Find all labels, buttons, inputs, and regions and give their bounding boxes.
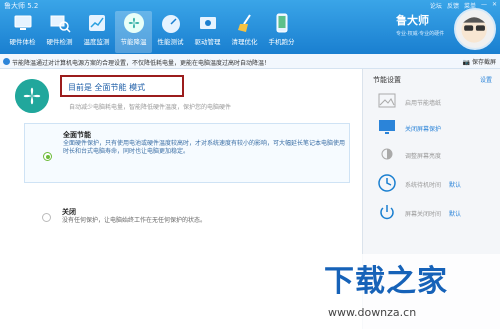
setting-wallpaper[interactable]: 启用节能墙纸 <box>375 91 495 111</box>
forum-link[interactable]: 论坛 <box>430 1 442 10</box>
setting-label: 关闭屏幕保护 <box>405 126 442 133</box>
close-button[interactable]: ✕ <box>492 1 497 10</box>
app-title: 鲁大师 5.2 <box>4 2 39 10</box>
watermark-url: www.downza.cn <box>328 306 417 319</box>
brand-name: 鲁大师 <box>396 14 429 27</box>
main-panel: 目前是 全面节能 模式 自动减少电脑耗电量，智能降低硬件温度，保护您的电脑硬件 … <box>0 69 362 329</box>
nav-label: 手机跑分 <box>268 38 295 46</box>
setting-standby[interactable]: 系统待机时间 默认 <box>375 173 495 193</box>
notice-bar: 节能降温通过对计算机电源方案的合理设置，不仅降低耗电量，更能在电脑温度过高时自动… <box>0 54 500 69</box>
nav-label: 节能降温 <box>120 38 147 46</box>
save-screenshot-label: 保存截屏 <box>471 59 496 66</box>
nav-performance[interactable]: 性能测试 <box>152 11 189 53</box>
radio-off[interactable] <box>42 213 51 222</box>
current-mode-desc: 自动减少电脑耗电量，智能降低硬件温度，保护您的电脑硬件 <box>69 104 232 111</box>
phone-icon <box>276 13 287 33</box>
brightness-icon <box>381 148 393 160</box>
setting-label: 屏幕关闭时间 <box>405 211 442 218</box>
nav-hardware-check[interactable]: 硬件体检 <box>4 11 41 53</box>
current-mode-box: 目前是 全面节能 模式 <box>60 75 184 97</box>
monitor-icon <box>379 120 395 134</box>
setting-value[interactable]: 默认 <box>449 180 461 189</box>
save-screenshot-button[interactable]: 📷 保存截屏 <box>463 57 496 66</box>
broom-icon <box>237 14 251 32</box>
option-title: 全面节能 <box>63 131 91 139</box>
fan-icon <box>123 13 144 33</box>
watermark: 下载之家 www.downza.cn <box>318 254 500 329</box>
speedometer-icon <box>161 15 180 33</box>
option-off[interactable]: 关闭 没有任何保护，让电脑始终工作在无任何保护的状态。 <box>24 201 350 241</box>
nav-temperature[interactable]: 温度监测 <box>78 11 115 53</box>
nav-label: 性能测试 <box>157 38 184 46</box>
setting-label: 系统待机时间 <box>405 182 442 189</box>
setting-value[interactable]: 默认 <box>449 209 461 218</box>
settings-link[interactable]: 设置 <box>480 75 492 84</box>
watermark-logo: 下载之家 <box>324 264 448 299</box>
driver-icon <box>199 17 216 29</box>
radio-full-saving[interactable] <box>43 152 52 161</box>
main-nav: 硬件体检 硬件检测 温度监测 节能降温 性能测试 驱动管理 清理优化 手机跑分 <box>4 11 300 53</box>
feedback-link[interactable]: 反馈 <box>447 1 459 10</box>
nav-cleanup[interactable]: 清理优化 <box>226 11 263 53</box>
notice-text: 节能降温通过对计算机电源方案的合理设置，不仅降低耗电量，更能在电脑温度过高时自动… <box>12 60 271 67</box>
nav-driver[interactable]: 驱动管理 <box>189 11 226 53</box>
nav-label: 清理优化 <box>231 38 258 46</box>
setting-screensaver[interactable]: 关闭屏幕保护 <box>375 117 495 137</box>
nav-phone-benchmark[interactable]: 手机跑分 <box>263 11 300 53</box>
hardware-check-icon <box>14 15 31 30</box>
nav-label: 温度监测 <box>83 38 110 46</box>
option-desc: 没有任何保护，让电脑始终工作在无任何保护的状态。 <box>62 217 207 224</box>
fan-icon <box>15 79 49 113</box>
nav-label: 硬件检测 <box>46 38 73 46</box>
nav-label: 硬件体检 <box>9 38 36 46</box>
side-title: 节能设置 <box>373 76 401 84</box>
setting-screen-off[interactable]: 屏幕关闭时间 默认 <box>375 202 495 222</box>
window-controls: 论坛 反馈 菜单 — ✕ <box>430 1 497 10</box>
brand-slogan: 专业·权威·专业的硬件 <box>396 31 445 37</box>
avatar[interactable] <box>454 8 496 50</box>
power-icon <box>380 205 394 220</box>
option-title: 关闭 <box>62 208 76 216</box>
nav-hardware-detect[interactable]: 硬件检测 <box>41 11 78 53</box>
clock-icon <box>378 174 396 192</box>
mascot-icon <box>461 17 487 43</box>
option-full-saving[interactable]: 全面节能 全面硬件保护，只有使用电池或硬件温度较高时，才对系统速度有较小的影响，… <box>24 123 350 183</box>
setting-label: 启用节能墙纸 <box>405 100 442 107</box>
wallpaper-icon <box>378 93 396 108</box>
option-desc: 全面硬件保护，只有使用电池或硬件温度较高时，才对系统速度有较小的影响，可大幅延长… <box>63 140 346 155</box>
info-icon <box>3 58 10 65</box>
hardware-detect-icon <box>50 15 71 33</box>
nav-energy-saving[interactable]: 节能降温 <box>115 11 152 53</box>
setting-brightness[interactable]: 调整屏幕亮度 <box>375 144 495 164</box>
temperature-icon <box>88 15 105 31</box>
current-mode-label: 目前是 全面节能 模式 <box>68 83 146 92</box>
nav-label: 驱动管理 <box>194 38 221 46</box>
top-toolbar: 鲁大师 5.2 论坛 反馈 菜单 — ✕ 硬件体检 硬件检测 温度监测 节能降温… <box>0 0 500 54</box>
setting-label: 调整屏幕亮度 <box>405 153 442 160</box>
